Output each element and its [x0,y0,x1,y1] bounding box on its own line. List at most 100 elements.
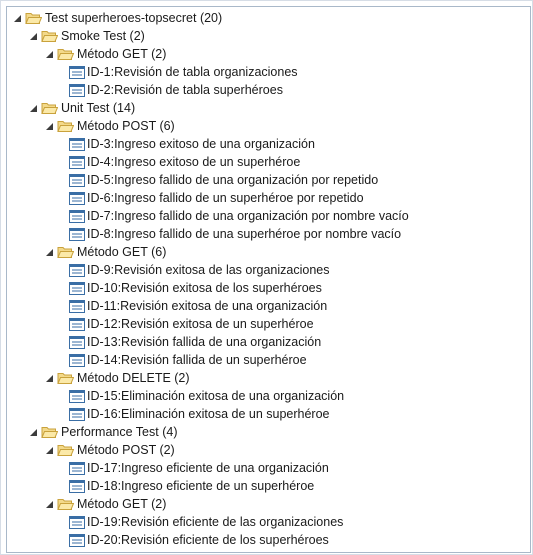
tree-leaf-label: ID-20:Revisión eficiente de los superhér… [87,533,329,547]
tree-leaf-label: ID-5:Ingreso fallido de una organización… [87,173,379,187]
test-case-icon [69,227,85,241]
tree-leaf-test-case[interactable]: ID-10:Revisión exitosa de los superhéroe… [69,279,322,297]
collapse-triangle-icon[interactable] [43,372,55,384]
tree-node-performance-test[interactable]: Performance Test (4) [27,423,177,441]
tree-leaf-label: ID-1:Revisión de tabla organizaciones [87,65,298,79]
tree-leaf-test-case[interactable]: ID-13:Revisión fallida de una organizaci… [69,333,321,351]
collapse-triangle-icon[interactable] [43,120,55,132]
test-case-icon [69,173,85,187]
tree-node-label: Método GET (6) [77,245,167,259]
tree-leaf-test-case[interactable]: ID-9:Revisión exitosa de las organizacio… [69,261,330,279]
test-case-icon [69,209,85,223]
tree-leaf-label: ID-19:Revisión eficiente de las organiza… [87,515,344,529]
tree-node-unit-test[interactable]: Unit Test (14) [27,99,135,117]
folder-open-icon [41,101,58,115]
test-case-icon [69,479,85,493]
test-case-icon [69,65,85,79]
tree-node-label: Smoke Test (2) [61,29,145,43]
tree-node-smoke-get[interactable]: Método GET (2) [43,45,166,63]
folder-open-icon [25,11,42,25]
collapse-triangle-icon[interactable] [27,30,39,42]
test-case-icon [69,155,85,169]
test-case-icon [69,353,85,367]
folder-open-icon [41,29,58,43]
tree-leaf-test-case[interactable]: ID-11:Revisión exitosa de una organizaci… [69,297,327,315]
tree-node-label: Test superheroes-topsecret (20) [45,11,223,25]
tree-leaf-test-case[interactable]: ID-20:Revisión eficiente de los superhér… [69,531,329,549]
test-case-icon [69,191,85,205]
tree-leaf-label: ID-7:Ingreso fallido de una organización… [87,209,409,223]
tree-leaf-test-case[interactable]: ID-7:Ingreso fallido de una organización… [69,207,409,225]
folder-open-icon [41,425,58,439]
tree-leaf-test-case[interactable]: ID-8:Ingreso fallido de una superhéroe p… [69,225,401,243]
tree-leaf-label: ID-9:Revisión exitosa de las organizacio… [87,263,330,277]
tree-leaf-test-case[interactable]: ID-16:Eliminación exitosa de un superhér… [69,405,330,423]
test-case-icon [69,299,85,313]
tree-leaf-label: ID-15:Eliminación exitosa de una organiz… [87,389,345,403]
tree-leaf-test-case[interactable]: ID-5:Ingreso fallido de una organización… [69,171,378,189]
tree-leaf-test-case[interactable]: ID-18:Ingreso eficiente de un superhéroe [69,477,314,495]
collapse-triangle-icon[interactable] [27,102,39,114]
test-case-icon [69,407,85,421]
test-case-icon [69,137,85,151]
tree-leaf-test-case[interactable]: ID-3:Ingreso exitoso de una organización [69,135,315,153]
tree-leaf-test-case[interactable]: ID-6:Ingreso fallido de un superhéroe po… [69,189,364,207]
folder-open-icon [57,245,74,259]
tree-leaf-label: ID-18:Ingreso eficiente de un superhéroe [87,479,315,493]
tree-leaf-test-case[interactable]: ID-4:Ingreso exitoso de un superhéroe [69,153,300,171]
tree-node-unit-post[interactable]: Método POST (6) [43,117,175,135]
tree-leaf-test-case[interactable]: ID-1:Revisión de tabla organizaciones [69,63,298,81]
test-case-icon [69,335,85,349]
folder-open-icon [57,371,74,385]
tree-node-label: Método DELETE (2) [77,371,190,385]
tree-node-label: Método POST (2) [77,443,175,457]
test-case-icon [69,281,85,295]
test-case-icon [69,263,85,277]
tree-leaf-label: ID-14:Revisión fallida de un superhéroe [87,353,307,367]
tree-node-performance-post[interactable]: Método POST (2) [43,441,175,459]
test-tree-panel[interactable]: Test superheroes-topsecret (20) Smoke Te… [6,6,531,553]
tree-leaf-label: ID-8:Ingreso fallido de una superhéroe p… [87,227,402,241]
tree-leaf-label: ID-2:Revisión de tabla superhéroes [87,83,283,97]
test-case-icon [69,389,85,403]
tree-leaf-label: ID-3:Ingreso exitoso de una organización [87,137,315,151]
tree-node-label: Método POST (6) [77,119,175,133]
test-case-icon [69,533,85,547]
tree-leaf-label: ID-13:Revisión fallida de una organizaci… [87,335,322,349]
collapse-triangle-icon[interactable] [43,246,55,258]
collapse-triangle-icon[interactable] [43,498,55,510]
test-case-icon [69,461,85,475]
tree-leaf-label: ID-16:Eliminación exitosa de un superhér… [87,407,330,421]
tree-node-label: Performance Test (4) [61,425,178,439]
tree-node-unit-get[interactable]: Método GET (6) [43,243,166,261]
test-case-icon [69,317,85,331]
tree-leaf-label: ID-17:Ingreso eficiente de una organizac… [87,461,329,475]
folder-open-icon [57,47,74,61]
collapse-triangle-icon[interactable] [43,48,55,60]
tree-leaf-test-case[interactable]: ID-2:Revisión de tabla superhéroes [69,81,283,99]
tree-leaf-test-case[interactable]: ID-14:Revisión fallida de un superhéroe [69,351,307,369]
tree-leaf-label: ID-6:Ingreso fallido de un superhéroe po… [87,191,364,205]
tree-node-smoke-test[interactable]: Smoke Test (2) [27,27,145,45]
tree-leaf-label: ID-10:Revisión exitosa de los superhéroe… [87,281,322,295]
folder-open-icon [57,443,74,457]
tree-leaf-label: ID-12:Revisión exitosa de un superhéroe [87,317,314,331]
tree-leaf-label: ID-4:Ingreso exitoso de un superhéroe [87,155,301,169]
folder-open-icon [57,497,74,511]
collapse-triangle-icon[interactable] [43,444,55,456]
collapse-triangle-icon[interactable] [27,426,39,438]
tree-node-label: Unit Test (14) [61,101,136,115]
folder-open-icon [57,119,74,133]
tree-node-unit-delete[interactable]: Método DELETE (2) [43,369,190,387]
test-case-icon [69,83,85,97]
tree-leaf-test-case[interactable]: ID-15:Eliminación exitosa de una organiz… [69,387,344,405]
tree-leaf-test-case[interactable]: ID-17:Ingreso eficiente de una organizac… [69,459,329,477]
collapse-triangle-icon[interactable] [11,12,23,24]
tree-node-performance-get[interactable]: Método GET (2) [43,495,166,513]
tree-leaf-test-case[interactable]: ID-12:Revisión exitosa de un superhéroe [69,315,314,333]
test-case-icon [69,515,85,529]
tree-leaf-test-case[interactable]: ID-19:Revisión eficiente de las organiza… [69,513,343,531]
tree-leaf-label: ID-11:Revisión exitosa de una organizaci… [87,299,328,313]
tree-node-label: Método GET (2) [77,497,167,511]
tree-node-root[interactable]: Test superheroes-topsecret (20) [11,9,222,27]
